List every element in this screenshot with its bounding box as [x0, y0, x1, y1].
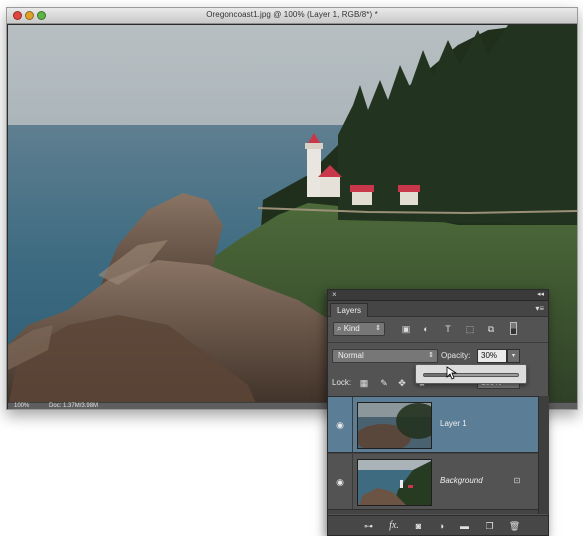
zoom-level[interactable]: 100% [14, 403, 29, 409]
document-title-bar[interactable]: Oregoncoast1.jpg @ 100% (Layer 1, RGB/8*… [7, 8, 577, 24]
panel-header[interactable]: × ◂◂ [328, 290, 548, 301]
layer-filter-row: ⌕ Kind ⇕ ▣ ◐ T ⬚ ⧉ [328, 318, 548, 340]
tab-layers[interactable]: Layers [330, 303, 369, 317]
blend-mode-value: Normal [338, 351, 364, 360]
link-layers-icon[interactable]: ⊶ [362, 520, 375, 532]
visibility-eye-icon[interactable]: ◉ [334, 476, 346, 488]
layer-thumbnail [357, 459, 432, 506]
stage: Oregoncoast1.jpg @ 100% (Layer 1, RGB/8*… [0, 0, 583, 536]
opacity-input[interactable]: 30% [477, 349, 507, 363]
opacity-dropdown-button[interactable]: ▾ [507, 349, 520, 363]
background-thumbnail-image [358, 460, 431, 505]
lock-position-icon[interactable]: ✥ [396, 377, 408, 389]
new-adjustment-layer-icon[interactable]: ◑ [435, 520, 448, 532]
close-panel-icon[interactable]: × [332, 290, 337, 299]
shape-filter-icon[interactable]: ⬚ [464, 323, 476, 335]
lock-label: Lock: [332, 378, 352, 387]
filter-toggle-icon[interactable] [510, 322, 517, 335]
divider [352, 397, 353, 452]
filter-kind-label: Kind [343, 324, 360, 333]
new-group-icon[interactable]: ▬ [458, 520, 471, 532]
panel-menu-icon[interactable]: ▾≡ [535, 304, 544, 313]
layer-thumbnail [357, 402, 432, 449]
fx-icon[interactable]: fx. [385, 520, 403, 532]
new-layer-icon[interactable]: ❐ [483, 520, 496, 532]
dropdown-arrows-icon: ⇕ [375, 325, 381, 332]
divider [352, 454, 353, 509]
layer-name[interactable]: Background [440, 476, 483, 485]
opacity-slider-popup [415, 364, 527, 384]
filter-kind-dropdown[interactable]: ⌕ Kind ⇕ [333, 322, 385, 336]
layer-row-layer-1[interactable]: ◉ Layer 1 [328, 397, 538, 453]
adjustment-filter-icon[interactable]: ◐ [420, 323, 432, 335]
lock-transparent-pixels-icon[interactable]: ▦ [358, 377, 370, 389]
visibility-eye-icon[interactable]: ◉ [334, 419, 346, 431]
search-icon: ⌕ [337, 324, 344, 333]
layers-scrollbar[interactable] [538, 396, 549, 514]
panel-footer: ⊶ fx. ◙ ◑ ▬ ❐ 🗑 [328, 515, 548, 535]
blend-mode-dropdown[interactable]: Normal ⇕ [332, 349, 438, 363]
layer-1-thumbnail-image [358, 403, 431, 448]
collapse-panel-icon[interactable]: ◂◂ [537, 290, 544, 298]
opacity-label: Opacity: [441, 351, 471, 360]
layers-list: ◉ Layer 1 ◉ Background ⊡ [328, 396, 538, 514]
mouse-pointer-icon [446, 366, 458, 380]
add-mask-icon[interactable]: ◙ [412, 520, 425, 532]
dropdown-arrows-icon: ⇕ [428, 352, 434, 359]
document-size-info: Doc: 1.37M/3.98M [49, 403, 99, 409]
layer-name[interactable]: Layer 1 [440, 419, 467, 428]
document-title: Oregoncoast1.jpg @ 100% (Layer 1, RGB/8*… [206, 10, 378, 19]
divider [328, 342, 548, 343]
layer-row-background[interactable]: ◉ Background ⊡ [328, 454, 538, 510]
opacity-slider-track[interactable] [423, 373, 519, 377]
lock-icon: ⊡ [513, 476, 521, 485]
delete-layer-icon[interactable]: 🗑 [508, 520, 521, 532]
layers-panel: × ◂◂ Layers ▾≡ ⌕ Kind ⇕ ▣ ◐ T ⬚ ⧉ Normal… [327, 289, 549, 536]
image-filter-icon[interactable]: ▣ [400, 323, 412, 335]
lock-image-pixels-icon[interactable]: ✎ [378, 377, 390, 389]
smart-object-filter-icon[interactable]: ⧉ [485, 323, 497, 335]
panel-tab-row: Layers ▾≡ [328, 301, 548, 317]
type-filter-icon[interactable]: T [442, 323, 454, 335]
